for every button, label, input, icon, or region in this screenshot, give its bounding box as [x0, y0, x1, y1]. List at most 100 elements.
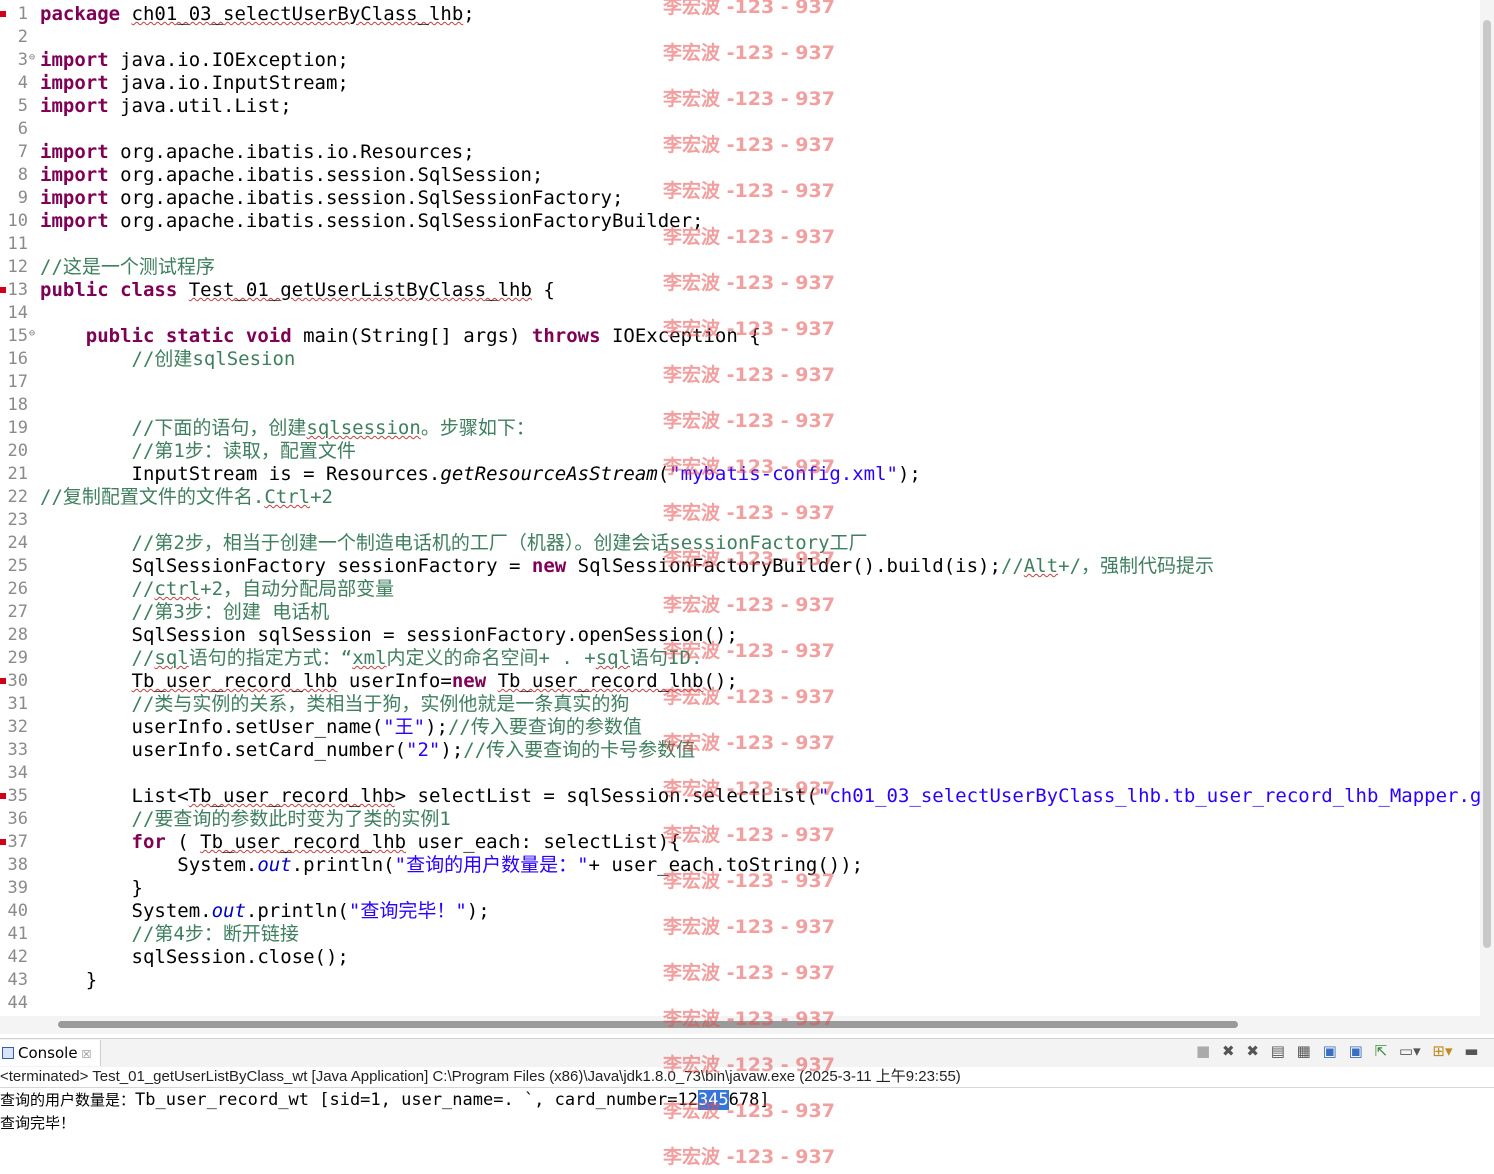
code-line[interactable]: 20 //第1步：读取，配置文件 — [0, 440, 1480, 463]
code-line[interactable]: 14 — [0, 302, 1480, 325]
error-marker-icon[interactable] — [0, 287, 6, 293]
console-output-line[interactable]: 查询的用户数量是：Tb_user_record_wt [sid=1, user_… — [0, 1089, 770, 1111]
remove-launch-icon[interactable]: ✖ — [1222, 1042, 1235, 1060]
code-text: //创建sqlSesion — [40, 348, 296, 371]
code-line[interactable]: 7 import org.apache.ibatis.io.Resources; — [0, 141, 1480, 164]
code-line[interactable]: 30 Tb_user_record_lhb userInfo=new Tb_us… — [0, 670, 1480, 693]
code-line[interactable]: 26 //ctrl+2，自动分配局部变量 — [0, 578, 1480, 601]
code-line[interactable]: 6 — [0, 118, 1480, 141]
code-line[interactable]: 29 //sql语句的指定方式：“xml内定义的命名空间+ . +sql语句ID… — [0, 647, 1480, 670]
code-line[interactable]: 39 } — [0, 877, 1480, 900]
code-line[interactable]: 9 import org.apache.ibatis.session.SqlSes… — [0, 187, 1480, 210]
code-line[interactable]: 17 — [0, 371, 1480, 394]
code-token: // — [1000, 555, 1024, 577]
code-line[interactable]: 44 — [0, 992, 1480, 1015]
fold-toggle-icon[interactable]: ⊖ — [29, 52, 35, 63]
line-number: 11 — [7, 234, 28, 254]
code-line[interactable]: 24 //第2步，相当于创建一个制造电话机的工厂（机器）。创建会话session… — [0, 532, 1480, 555]
code-token: 。步骤如下： — [420, 417, 535, 439]
line-number: 34 — [7, 763, 28, 783]
code-token: 第2步，相当于创建一个制造电话机的工厂（机器）。创建会话 — [154, 532, 670, 554]
code-token: userInfo= — [337, 670, 452, 692]
code-token: userInfo.setUser_name( — [40, 716, 384, 738]
code-line[interactable]: 35 List<Tb_user_record_lhb> selectList =… — [0, 785, 1480, 808]
code-line[interactable]: 15 ⊖ public static void main(String[] arg… — [0, 325, 1480, 348]
pin-console-icon[interactable]: ⇱ — [1375, 1042, 1388, 1060]
code-line[interactable]: 2 — [0, 26, 1480, 49]
code-line[interactable]: 27 //第3步：创建 电话机 — [0, 601, 1480, 624]
code-line[interactable]: 11 — [0, 233, 1480, 256]
error-marker-icon[interactable] — [0, 11, 6, 17]
error-marker-icon[interactable] — [0, 793, 6, 799]
code-token: " — [348, 900, 361, 922]
line-number: 22 — [7, 487, 28, 507]
code-line[interactable]: 37 for ( Tb_user_record_lhb user_each: s… — [0, 831, 1480, 854]
stop-icon[interactable]: ■ — [1196, 1042, 1210, 1060]
code-line[interactable]: 4 import java.io.InputStream; — [0, 72, 1480, 95]
line-number: 28 — [7, 625, 28, 645]
close-icon[interactable]: ☒ — [82, 1048, 92, 1061]
code-token: Alt — [1023, 555, 1059, 577]
code-line[interactable]: 18 — [0, 394, 1480, 417]
code-text: package ch01_03_selectUserByClass_lhb; — [40, 3, 475, 26]
fold-toggle-icon[interactable]: ⊖ — [29, 328, 35, 339]
code-line[interactable]: 41 //第4步：断开链接 — [0, 923, 1480, 946]
code-line[interactable]: 38 System.out.println("查询的用户数量是："+ user_… — [0, 854, 1480, 877]
remove-all-icon[interactable]: ✖ — [1246, 1042, 1259, 1060]
show-when-output-icon[interactable]: ▣ — [1349, 1042, 1363, 1060]
code-line[interactable]: 36 //要查询的参数此时变为了类的实例1 — [0, 808, 1480, 831]
code-line[interactable]: 21 InputStream is = Resources.getResourc… — [0, 463, 1480, 486]
code-line[interactable]: 32 userInfo.setUser_name("王");//传入要查询的参数… — [0, 716, 1480, 739]
code-line[interactable]: 23 — [0, 509, 1480, 532]
code-line[interactable]: 12 //这是一个测试程序 — [0, 256, 1480, 279]
code-line[interactable]: 1 package ch01_03_selectUserByClass_lhb; — [0, 3, 1480, 26]
display-selected-console-icon[interactable]: ▭▾ — [1399, 1042, 1421, 1060]
code-token: sqlsession — [306, 417, 421, 439]
console-tab[interactable]: Console ☒ — [0, 1040, 101, 1066]
code-line[interactable]: 31 //类与实例的关系，类相当于狗，实例他就是一条真实的狗 — [0, 693, 1480, 716]
code-line[interactable]: 13 public class Test_01_getUserListByClas… — [0, 279, 1480, 302]
horizontal-scrollbar-thumb[interactable] — [58, 1021, 1238, 1028]
open-console-icon[interactable]: ⊞▾ — [1432, 1042, 1452, 1060]
clear-console-icon[interactable]: ▤ — [1271, 1042, 1285, 1060]
code-line[interactable]: 10 import org.apache.ibatis.session.SqlSe… — [0, 210, 1480, 233]
code-token: + user_each.toString()); — [588, 854, 864, 876]
code-line[interactable]: 3 ⊖ import java.io.IOException; — [0, 49, 1480, 72]
code-token: Ctrl — [264, 486, 311, 508]
error-marker-icon[interactable] — [0, 678, 6, 684]
word-wrap-icon[interactable]: ▣ — [1323, 1042, 1337, 1060]
minimize-icon[interactable]: ▬ — [1464, 1042, 1478, 1060]
code-token: sessionFactory — [669, 532, 830, 554]
vertical-scrollbar-thumb[interactable] — [1483, 20, 1491, 948]
code-token: // — [131, 578, 155, 600]
error-marker-icon[interactable] — [0, 839, 6, 845]
code-line[interactable]: 25 SqlSessionFactory sessionFactory = ne… — [0, 555, 1480, 578]
code-token: Tb_user_record_lhb — [497, 670, 704, 692]
code-token: // — [131, 923, 155, 945]
code-line[interactable]: 5 import java.util.List; — [0, 95, 1480, 118]
code-text: import org.apache.ibatis.session.SqlSess… — [40, 187, 623, 210]
code-token: { — [531, 279, 555, 301]
code-editor[interactable]: 1 package ch01_03_selectUserByClass_lhb; 2… — [0, 0, 1480, 1016]
code-token: import — [40, 210, 109, 232]
line-number: 8 — [17, 165, 28, 185]
code-line[interactable]: 43 } — [0, 969, 1480, 992]
code-line[interactable]: 33 userInfo.setCard_number("2");//传入要查询的… — [0, 739, 1480, 762]
console-tab-label: Console — [18, 1044, 78, 1062]
code-line[interactable]: 42 sqlSession.close(); — [0, 946, 1480, 969]
code-token: sql — [595, 647, 631, 669]
scroll-lock-icon[interactable]: ▦ — [1297, 1042, 1311, 1060]
code-line[interactable]: 16 //创建sqlSesion — [0, 348, 1480, 371]
line-number: 2 — [17, 27, 28, 47]
code-token: 工厂 — [829, 532, 868, 554]
line-number: 33 — [7, 740, 28, 760]
code-line[interactable]: 19 //下面的语句，创建sqlsession。步骤如下： — [0, 417, 1480, 440]
code-line[interactable]: 28 SqlSession sqlSession = sessionFactor… — [0, 624, 1480, 647]
code-line[interactable]: 34 — [0, 762, 1480, 785]
code-text: import org.apache.ibatis.session.SqlSess… — [40, 164, 543, 187]
code-line[interactable]: 8 import org.apache.ibatis.session.SqlSes… — [0, 164, 1480, 187]
code-line[interactable]: 40 System.out.println("查询完毕！"); — [0, 900, 1480, 923]
console-output-line[interactable]: 查询完毕！ — [0, 1112, 75, 1134]
code-line[interactable]: 22 //复制配置文件的文件名.Ctrl+2 — [0, 486, 1480, 509]
